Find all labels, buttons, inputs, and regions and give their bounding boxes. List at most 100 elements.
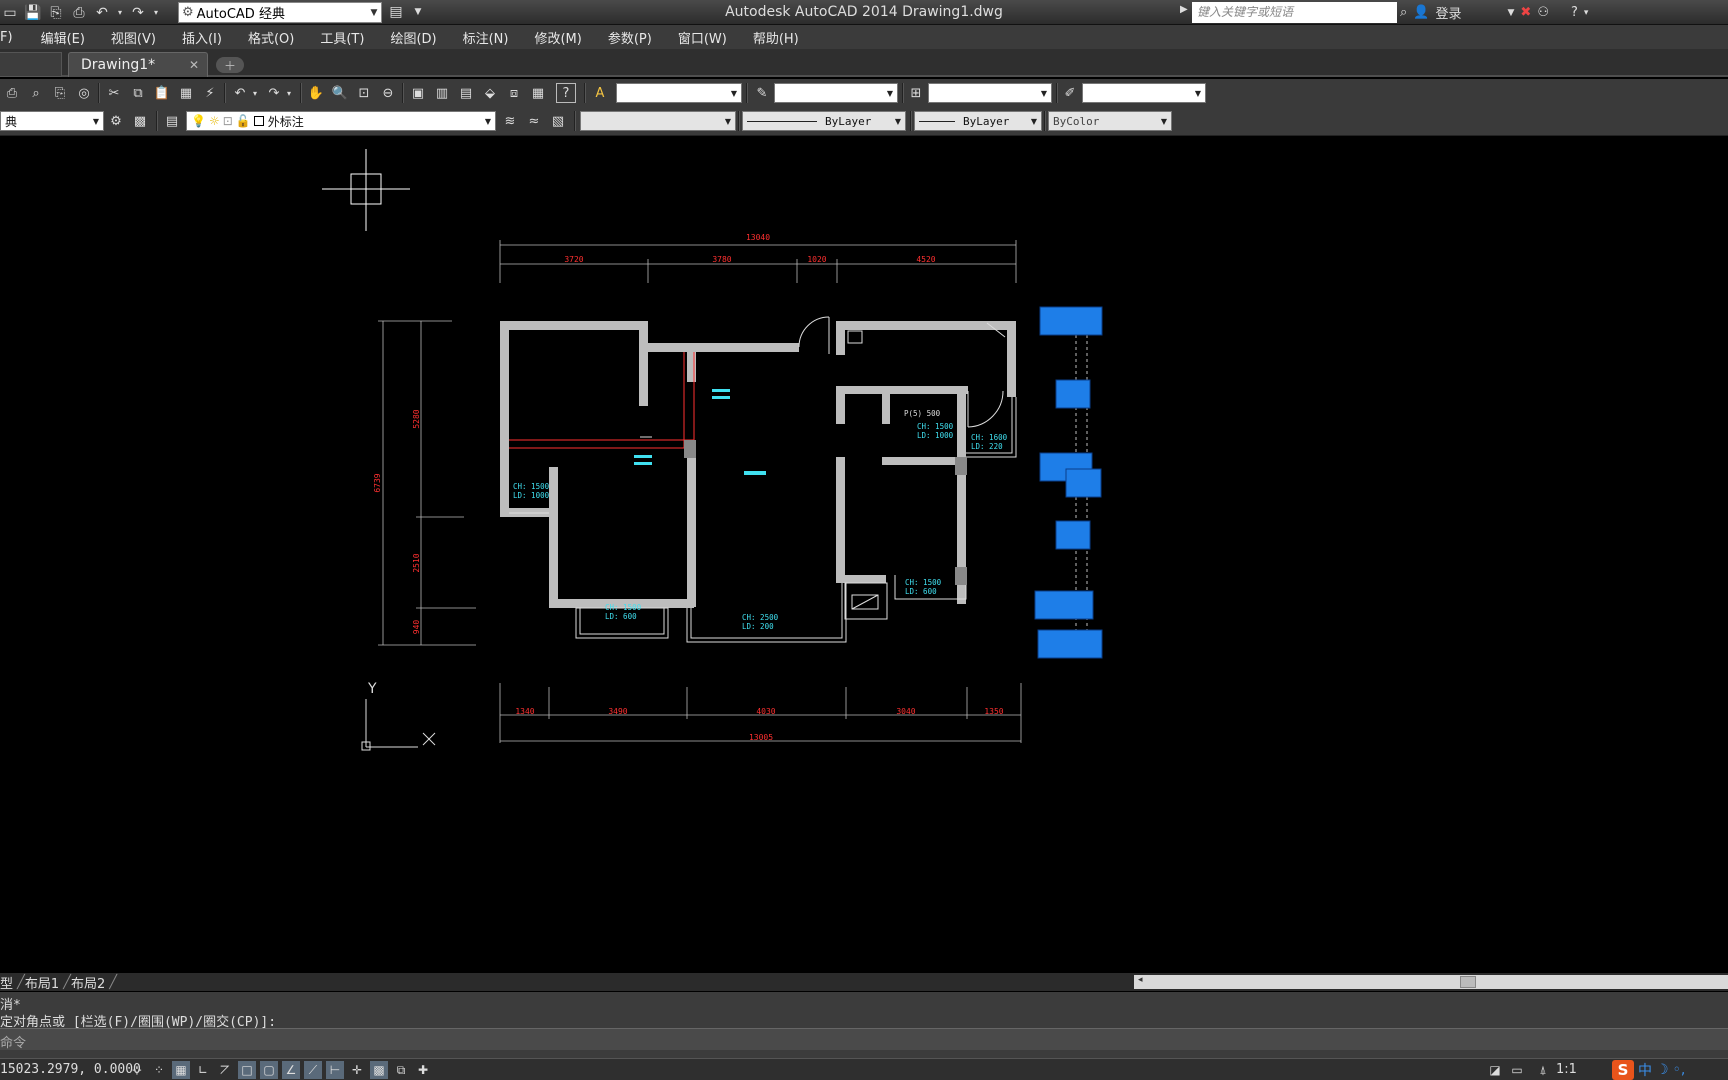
dynamic-input-icon[interactable]: ⊢ <box>326 1061 344 1079</box>
menu-format[interactable]: 格式(O) <box>248 28 294 47</box>
selection-cycling-icon[interactable]: ✚ <box>414 1061 432 1079</box>
mleader-style-icon[interactable]: ✐ <box>1060 83 1080 103</box>
tab-layout2[interactable]: 布局2 <box>71 973 105 992</box>
model-space-icon[interactable]: ◪ <box>1486 1061 1504 1079</box>
drawing-canvas[interactable]: 13040 3720 3780 1020 4520 6739 5280 2510… <box>0 137 1728 973</box>
properties-icon[interactable]: ▣ <box>408 83 428 103</box>
workspace-style-select[interactable]: 典 ▼ <box>0 111 104 131</box>
markup-icon[interactable]: ⧈ <box>504 83 524 103</box>
sheet-set-icon[interactable]: ⬙ <box>480 83 500 103</box>
block-editor-icon[interactable]: ⚡ <box>200 83 220 103</box>
ortho-mode-icon[interactable]: ∟ <box>194 1061 212 1079</box>
text-style-select[interactable]: ▼ <box>616 83 742 103</box>
infer-constraints-icon[interactable]: ⊹ <box>128 1061 146 1079</box>
dim-style-icon[interactable]: ✎ <box>752 83 772 103</box>
scrollbar-thumb[interactable] <box>1460 976 1476 988</box>
layer-manager-icon[interactable]: ▤ <box>162 111 182 131</box>
menu-parametric[interactable]: 参数(P) <box>608 28 652 47</box>
tab-drawing1[interactable]: Drawing1* ✕ <box>68 52 208 77</box>
quick-view-layouts-icon[interactable]: ▭ <box>1508 1061 1526 1079</box>
calculator-icon[interactable]: ▦ <box>528 83 548 103</box>
text-style-icon[interactable]: A <box>590 83 610 103</box>
help-icon[interactable]: ? <box>1571 5 1578 20</box>
quick-properties-icon[interactable]: ⧉ <box>392 1061 410 1079</box>
layer-states-icon[interactable]: ▧ <box>548 111 568 131</box>
ime-chinese-icon[interactable]: 中 <box>1638 1060 1652 1080</box>
sogou-icon[interactable]: S <box>1612 1060 1634 1080</box>
plotstyle-select[interactable]: ByColor ▼ <box>1048 111 1172 131</box>
binoculars-icon[interactable]: ⌕ <box>1400 5 1407 20</box>
color-control-select[interactable]: ▼ <box>580 111 736 131</box>
linetype-select[interactable]: ByLayer ▼ <box>742 111 906 131</box>
object-snap-icon[interactable]: □ <box>238 1061 256 1079</box>
tool-palettes-icon[interactable]: ▤ <box>456 83 476 103</box>
grid-display-icon[interactable]: ▦ <box>172 1061 190 1079</box>
zoom-window-icon[interactable]: ⊡ <box>354 83 374 103</box>
login-dropdown-icon[interactable]: ▼ <box>1507 8 1514 18</box>
menu-view[interactable]: 视图(V) <box>111 28 156 47</box>
plot-icon[interactable]: ⎙ <box>2 83 22 103</box>
menu-dimension[interactable]: 标注(N) <box>463 28 509 47</box>
mleader-style-select[interactable]: ▼ <box>1082 83 1206 103</box>
dim-style-select[interactable]: ▼ <box>774 83 898 103</box>
expand-search-icon[interactable]: ▶ <box>1180 4 1188 15</box>
menu-tools[interactable]: 工具(T) <box>320 28 364 47</box>
layer-select[interactable]: 💡 ☼ ⊡ 🔓 外标注 ▼ <box>186 111 496 131</box>
paste-icon[interactable]: 📋 <box>152 83 172 103</box>
workspace-settings-icon[interactable]: ⚙ <box>106 111 126 131</box>
login-button[interactable]: 登录 <box>1435 3 1461 22</box>
menu-window[interactable]: 窗口(W) <box>678 28 727 47</box>
transparency-icon[interactable]: ▩ <box>370 1061 388 1079</box>
menu-draw[interactable]: 绘图(D) <box>390 28 436 47</box>
workspace-lock-icon[interactable]: ▩ <box>130 111 150 131</box>
menu-help[interactable]: 帮助(H) <box>753 28 799 47</box>
zoom-realtime-icon[interactable]: 🔍 <box>330 83 350 103</box>
help-icon[interactable]: ? <box>556 83 576 103</box>
layer-previous-icon[interactable]: ≈ <box>524 111 544 131</box>
cut-icon[interactable]: ✂ <box>104 83 124 103</box>
scroll-left-icon[interactable]: ◂ <box>1138 975 1143 985</box>
close-icon[interactable]: ✕ <box>189 58 199 72</box>
menu-modify[interactable]: 修改(M) <box>534 28 581 47</box>
pan-icon[interactable]: ✋ <box>306 83 326 103</box>
command-input[interactable]: 命令 <box>0 1028 1728 1051</box>
new-tab-button[interactable]: ＋ <box>216 57 244 73</box>
copy-icon[interactable]: ⧉ <box>128 83 148 103</box>
help-dropdown-icon[interactable]: ▾ <box>1584 8 1589 18</box>
table-style-icon[interactable]: ⊞ <box>906 83 926 103</box>
coordinates-readout[interactable]: 15023.2979, 0.0000 <box>0 1062 141 1077</box>
dynamic-ucs-icon[interactable]: ⟋ <box>304 1061 322 1079</box>
file-tab-previous[interactable] <box>0 52 62 77</box>
3d-dwf-icon[interactable]: ◎ <box>74 83 94 103</box>
exchange-icon[interactable]: ✖ <box>1520 5 1531 20</box>
ime-punct-icon[interactable]: ◦, <box>1673 1062 1686 1078</box>
3d-object-snap-icon[interactable]: ▢ <box>260 1061 278 1079</box>
search-input[interactable]: 键入关键字或短语 <box>1192 2 1397 23</box>
design-center-icon[interactable]: ▥ <box>432 83 452 103</box>
lineweight-icon[interactable]: ✛ <box>348 1061 366 1079</box>
object-snap-tracking-icon[interactable]: ∠ <box>282 1061 300 1079</box>
ime-moon-icon[interactable]: ☽ <box>1656 1062 1669 1078</box>
menu-insert[interactable]: 插入(I) <box>182 28 222 47</box>
make-current-layer-icon[interactable]: ≋ <box>500 111 520 131</box>
undo-dropdown-icon[interactable]: ▾ <box>250 83 260 103</box>
tab-model[interactable]: 型 <box>0 973 13 992</box>
plot-preview-icon[interactable]: ⌕ <box>26 83 46 103</box>
menu-edit[interactable]: 编辑(E) <box>41 28 85 47</box>
polar-tracking-icon[interactable]: ⦢ <box>216 1061 234 1079</box>
table-style-select[interactable]: ▼ <box>928 83 1052 103</box>
match-properties-icon[interactable]: ▦ <box>176 83 196 103</box>
zoom-previous-icon[interactable]: ⊖ <box>378 83 398 103</box>
redo-icon[interactable]: ↷ <box>264 83 284 103</box>
publish-icon[interactable]: ⎘ <box>50 83 70 103</box>
undo-icon[interactable]: ↶ <box>230 83 250 103</box>
menu-file[interactable]: F) <box>0 30 13 45</box>
horizontal-scrollbar[interactable]: ◂ <box>1134 975 1728 989</box>
annotation-scale-icon[interactable]: ⍋ <box>1534 1061 1552 1079</box>
redo-dropdown-icon[interactable]: ▾ <box>284 83 294 103</box>
autodesk360-icon[interactable]: ⚇ <box>1537 5 1549 20</box>
lineweight-select[interactable]: ByLayer ▼ <box>914 111 1042 131</box>
tab-layout1[interactable]: 布局1 <box>25 973 59 992</box>
annotation-scale-value[interactable]: 1:1 <box>1556 1062 1577 1077</box>
snap-mode-icon[interactable]: ⁘ <box>150 1061 168 1079</box>
